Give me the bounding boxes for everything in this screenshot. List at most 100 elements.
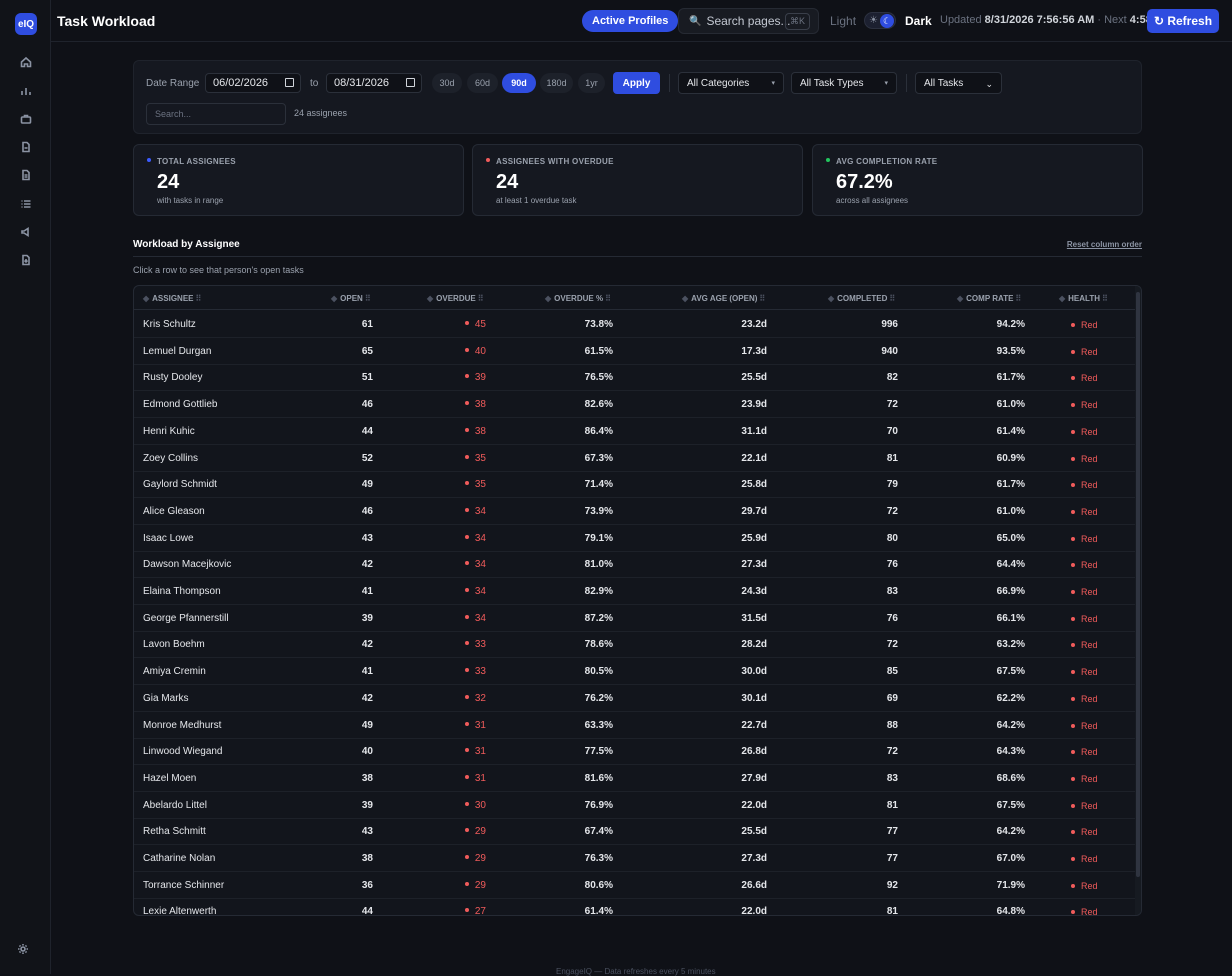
sun-icon[interactable] <box>17 942 35 960</box>
app-logo[interactable]: eIQ <box>15 13 37 35</box>
table-row[interactable]: Rusty Dooley 51 39 76.5% 25.5d 82 61.7% Red <box>134 364 1137 392</box>
status-dot <box>464 454 469 459</box>
preset-60d[interactable]: 60d <box>467 73 498 93</box>
cell-overdue-pct-value: 67.3% <box>584 452 613 464</box>
list-icon[interactable] <box>17 195 35 213</box>
col-health[interactable]: ◆ HEALTH ⠿ <box>1059 294 1108 303</box>
briefcase-icon[interactable] <box>17 110 35 128</box>
assignee-search-input[interactable]: Search... <box>146 103 286 125</box>
preset-30d[interactable]: 30d <box>432 73 462 93</box>
task-type-select[interactable]: All Task Types ▾ <box>791 72 897 94</box>
status-dot <box>464 614 469 619</box>
table-row[interactable]: Lavon Boehm 42 33 78.6% 28.2d 72 63.2% Red <box>134 631 1137 659</box>
theme-toggle[interactable]: ☀ ☾ <box>864 12 896 29</box>
table-row[interactable]: George Pfannerstill 39 34 87.2% 31.5d 76 66.1%… <box>134 605 1137 632</box>
cell-health-value: Red <box>1081 400 1098 411</box>
theme-light-label[interactable]: Light <box>830 14 856 28</box>
cell-comp-rate: 67.5% <box>964 800 1025 811</box>
cell-open-value: 46 <box>361 505 373 517</box>
scrollbar[interactable] <box>1135 286 1141 915</box>
cell-completed: 79 <box>834 479 898 490</box>
cell-avg-age: 25.5d <box>704 826 767 837</box>
table-row[interactable]: Linwood Wiegand 40 31 77.5% 26.8d 72 64.3% Red <box>134 738 1137 766</box>
kpi-dot <box>826 158 830 162</box>
tasks-select[interactable]: All Tasks ⌄ <box>915 72 1002 94</box>
cell-completed-value: 81 <box>886 452 898 464</box>
reset-column-order-link[interactable]: Reset column order <box>1067 240 1142 249</box>
cell-overdue-pct: 80.5% <box>554 666 613 677</box>
table-row[interactable]: Lemuel Durgan 65 40 61.5% 17.3d 940 93.5% Red <box>134 338 1137 365</box>
cell-overdue: 33 <box>434 666 486 677</box>
cell-completed: 81 <box>834 453 898 464</box>
table-row[interactable]: Zoey Collins 52 35 67.3% 22.1d 81 60.9% Red <box>134 445 1137 472</box>
cell-overdue: 31 <box>434 720 486 731</box>
table-row[interactable]: Abelardo Littel 39 30 76.9% 22.0d 81 67.5% Red <box>134 792 1137 819</box>
theme-dark-label[interactable]: Dark <box>905 14 932 28</box>
refresh-button[interactable]: ↻ Refresh <box>1147 9 1219 33</box>
preset-1yr[interactable]: 1yr <box>578 73 605 93</box>
col-comp-rate[interactable]: ◆ COMP RATE ⠿ <box>957 294 1021 303</box>
page-search[interactable]: 🔍 Search pages... ⌘K <box>678 8 819 34</box>
report-icon[interactable] <box>17 251 35 269</box>
cell-overdue-pct-value: 76.9% <box>584 799 613 811</box>
table-row[interactable]: Lexie Altenwerth 44 27 61.4% 22.0d 81 64.8% Red <box>134 898 1137 915</box>
start-date-input[interactable]: 06/02/2026 <box>205 73 301 93</box>
col-assignee[interactable]: ◆ ASSIGNEE ⠿ <box>143 294 201 303</box>
cell-avg-age: 27.3d <box>704 559 767 570</box>
table-row[interactable]: Torrance Schinner 36 29 80.6% 26.6d 92 71.9% Re… <box>134 872 1137 899</box>
file-icon[interactable] <box>17 138 35 156</box>
status-dot <box>464 321 469 325</box>
cell-overdue-pct-value: 81.6% <box>584 772 613 784</box>
cell-avg-age: 31.1d <box>704 426 767 437</box>
table-row[interactable]: Monroe Medhurst 49 31 63.3% 22.7d 88 64.2% Red <box>134 712 1137 739</box>
table-row[interactable]: Edmond Gottlieb 46 38 82.6% 23.9d 72 61.0% Red <box>134 391 1137 419</box>
apply-button[interactable]: Apply <box>613 72 660 94</box>
end-date-input[interactable]: 08/31/2026 <box>326 73 422 93</box>
preset-90d[interactable]: 90d <box>502 73 536 93</box>
end-date-value: 08/31/2026 <box>334 77 390 89</box>
table-row[interactable]: Gia Marks 42 32 76.2% 30.1d 69 62.2% Red <box>134 685 1137 712</box>
table-row[interactable]: Elaina Thompson 41 34 82.9% 24.3d 83 66.9% Red <box>134 578 1137 605</box>
cell-assignee-value: Gia Marks <box>143 692 189 704</box>
table-row[interactable]: Isaac Lowe 43 34 79.1% 25.9d 80 65.0% Red <box>134 525 1137 552</box>
category-select[interactable]: All Categories ▾ <box>678 72 784 94</box>
table-row[interactable]: Catharine Nolan 38 29 76.3% 27.3d 77 67.0% Red <box>134 845 1137 872</box>
table-row[interactable]: Alice Gleason 46 34 73.9% 29.7d 72 61.0% Red <box>134 498 1137 525</box>
col-open[interactable]: ◆ OPEN ⠿ <box>331 294 371 303</box>
cell-comp-rate-value: 64.2% <box>996 719 1025 731</box>
megaphone-icon[interactable] <box>17 223 35 241</box>
col-avg-age[interactable]: ◆ AVG AGE (OPEN) ⠿ <box>682 294 765 303</box>
cell-overdue-value: 29 <box>474 826 486 838</box>
table-row[interactable]: Kris Schultz 61 45 73.8% 23.2d 996 94.2% Red <box>134 311 1137 338</box>
cell-completed: 69 <box>834 693 898 704</box>
table-row[interactable]: Hazel Moen 38 31 81.6% 27.9d 83 68.6% Red <box>134 765 1137 792</box>
cell-completed: 81 <box>834 800 898 811</box>
cell-overdue: 40 <box>434 346 486 357</box>
cell-health-value: Red <box>1081 773 1098 784</box>
col-overdue[interactable]: ◆ OVERDUE ⠿ <box>427 294 484 303</box>
cell-health: Red <box>1071 587 1098 597</box>
home-icon[interactable] <box>17 53 35 71</box>
table-row[interactable]: Retha Schmitt 43 29 67.4% 25.5d 77 64.2% Red <box>134 818 1137 846</box>
cell-overdue: 31 <box>434 773 486 784</box>
cell-avg-age-value: 25.5d <box>741 372 767 384</box>
cell-overdue: 38 <box>434 399 486 410</box>
col-overdue-pct[interactable]: ◆ OVERDUE % ⠿ <box>545 294 611 303</box>
cell-open-value: 61 <box>361 319 373 330</box>
table-row[interactable]: Henri Kuhic 44 38 86.4% 31.1d 70 61.4% Red <box>134 418 1137 445</box>
cell-completed-value: 88 <box>886 719 898 731</box>
col-completed[interactable]: ◆ COMPLETED ⠿ <box>828 294 895 303</box>
document-icon[interactable] <box>17 166 35 184</box>
active-profiles-button[interactable]: Active Profiles <box>582 10 679 32</box>
table-row[interactable]: Dawson Macejkovic 42 34 81.0% 27.3d 76 64.4% Re… <box>134 551 1137 579</box>
preset-180d[interactable]: 180d <box>540 73 573 93</box>
table-row[interactable]: Gaylord Schmidt 49 35 71.4% 25.8d 79 61.7% Red <box>134 471 1137 499</box>
status-dot <box>464 828 469 833</box>
scrollbar-thumb[interactable] <box>1136 292 1140 877</box>
table-row[interactable]: Amiya Cremin 41 33 80.5% 30.0d 85 67.5% Red <box>134 658 1137 686</box>
cell-comp-rate: 67.0% <box>964 853 1025 864</box>
top-bar: Task Workload Active Profiles 🔍 Search p… <box>51 0 1232 42</box>
cell-comp-rate: 94.2% <box>964 319 1025 330</box>
chart-icon[interactable] <box>17 82 35 100</box>
cell-assignee: Dawson Macejkovic <box>143 559 231 570</box>
